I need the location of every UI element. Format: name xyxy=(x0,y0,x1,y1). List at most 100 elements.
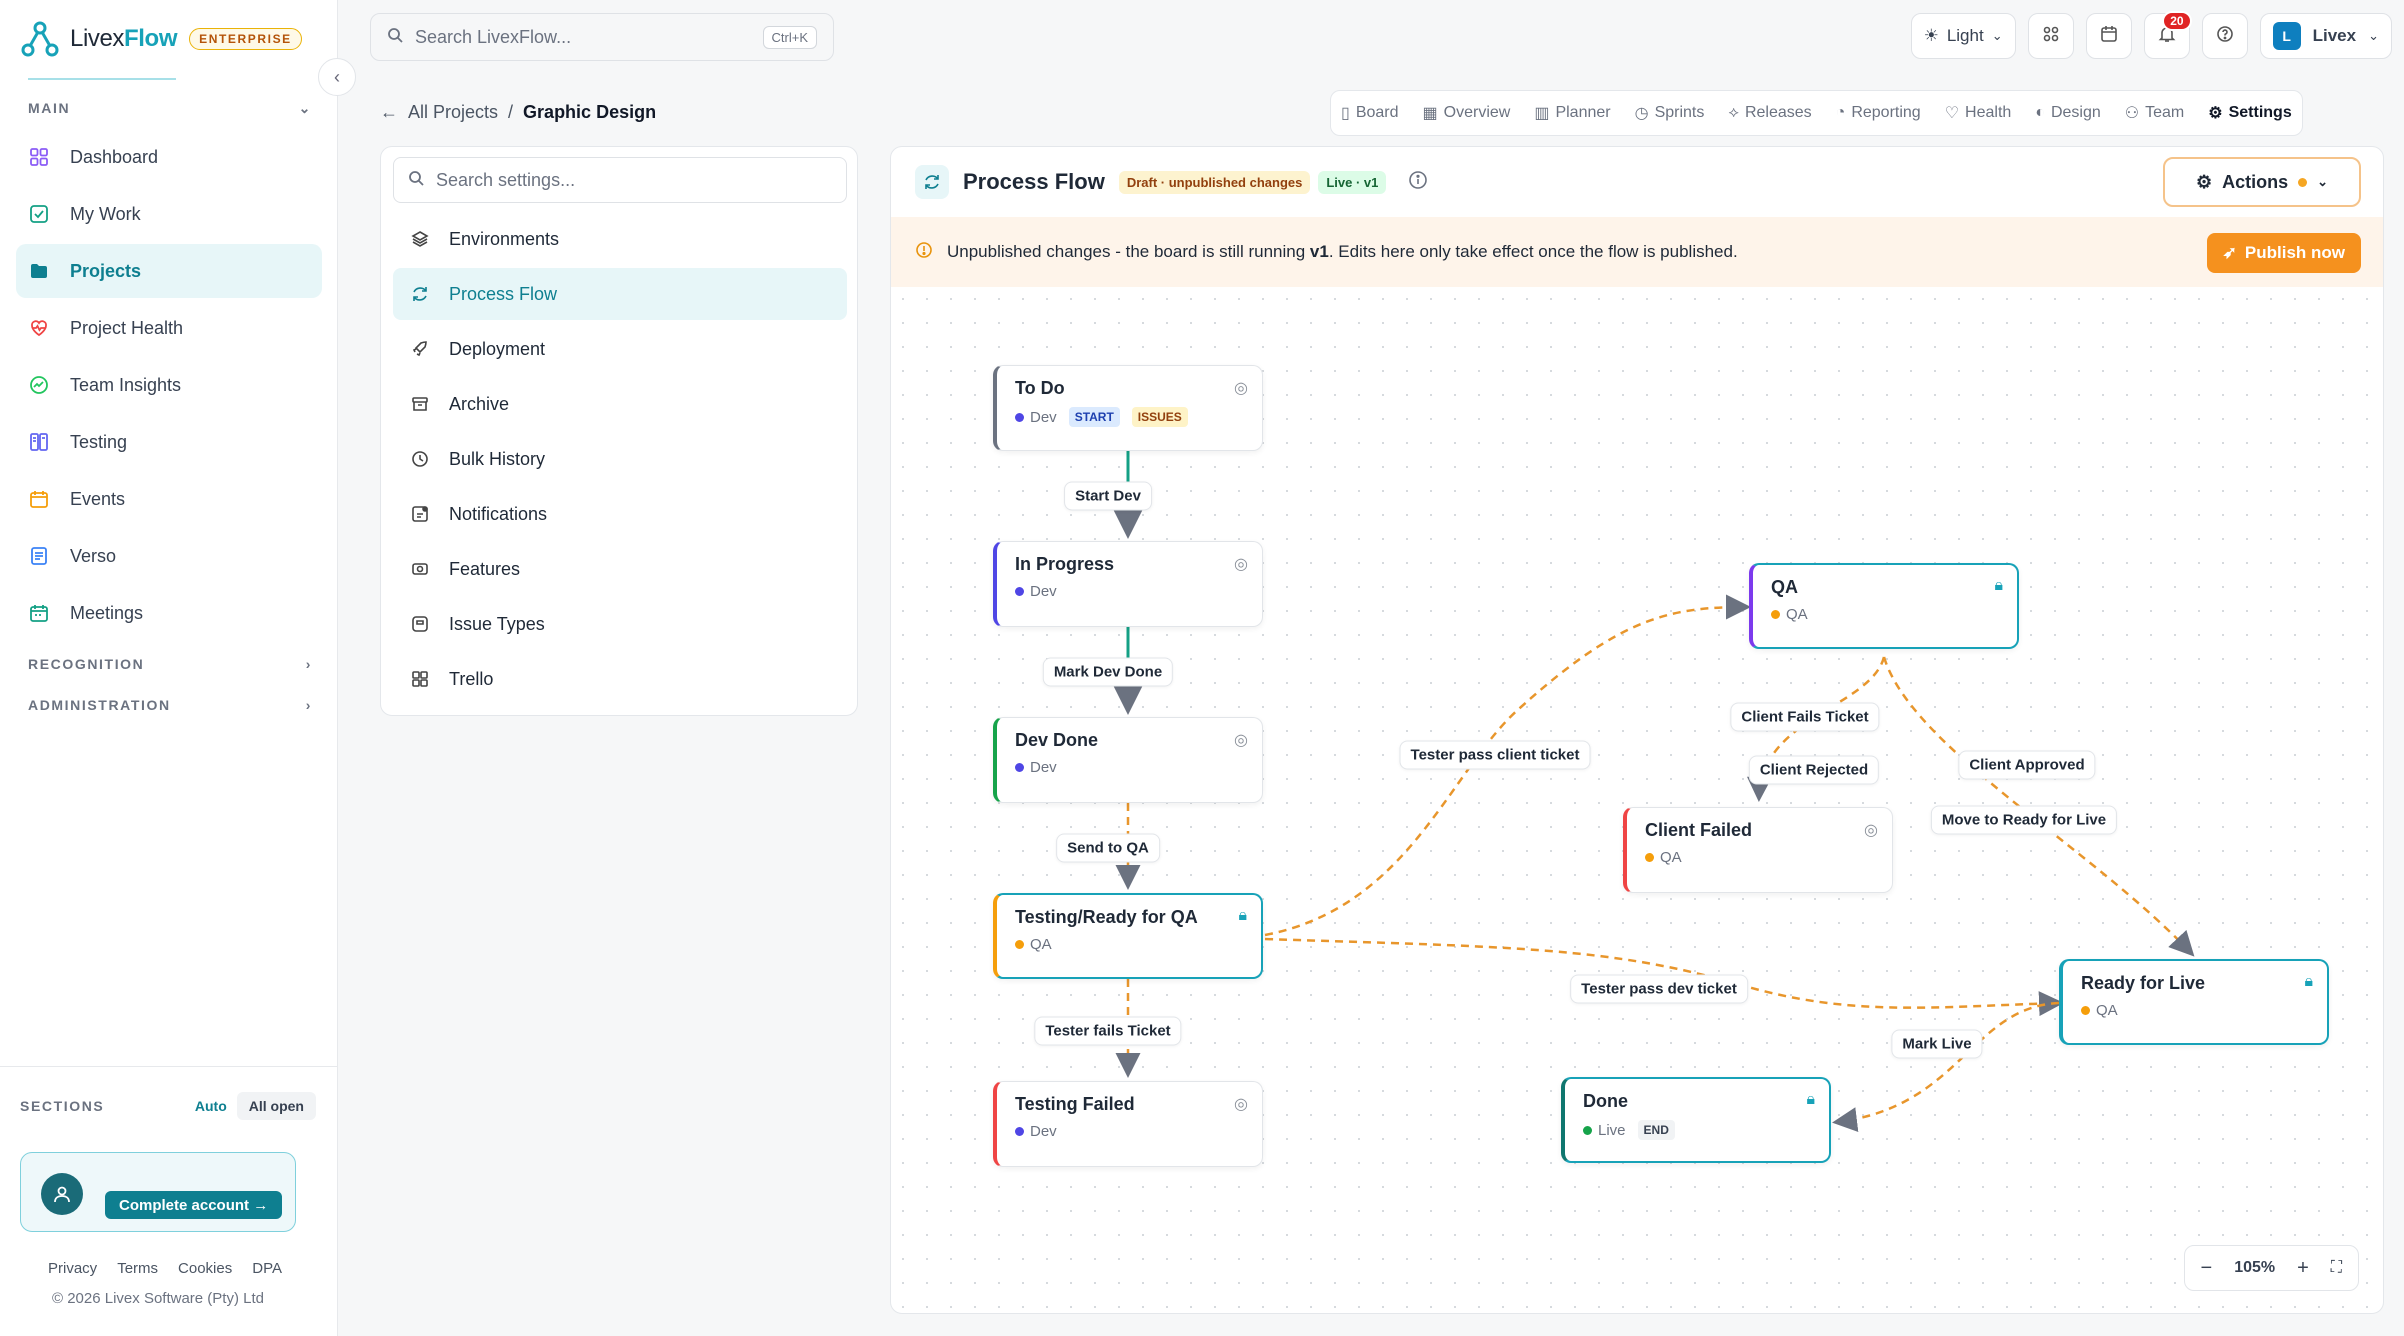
search-placeholder: Search LivexFlow... xyxy=(415,26,572,47)
apps-button[interactable] xyxy=(2027,13,2074,59)
settings-item-environments[interactable]: Environments xyxy=(393,213,847,265)
edge-label-client-rejected[interactable]: Client Rejected xyxy=(1748,755,1880,785)
sections-auto-button[interactable]: Auto xyxy=(185,1092,237,1120)
edge-label-client-approved[interactable]: Client Approved xyxy=(1958,750,2096,780)
administration-section-header[interactable]: ADMINISTRATION › xyxy=(28,697,312,713)
edge-label-mark-live[interactable]: Mark Live xyxy=(1891,1029,1983,1059)
terms-link[interactable]: Terms xyxy=(117,1260,158,1277)
complete-account-button[interactable]: Complete account → xyxy=(105,1191,283,1219)
dpa-link[interactable]: DPA xyxy=(252,1260,282,1277)
flow-node-dev-done[interactable]: Dev Done Dev ◎ xyxy=(993,717,1263,803)
settings-item-features[interactable]: Features xyxy=(393,543,847,595)
edge-label-tester-pass-client-ticket[interactable]: Tester pass client ticket xyxy=(1399,740,1591,770)
heart-icon: ♡ xyxy=(1944,105,1960,122)
brand-name: LivexFlow xyxy=(70,25,178,52)
sidebar-item-testing[interactable]: Testing xyxy=(16,415,322,469)
zoom-out-button[interactable]: − xyxy=(2201,1257,2213,1280)
flow-node-testing-ready-for-qa[interactable]: Testing/Ready for QA QA 🔒︎ xyxy=(993,893,1263,979)
sidebar-item-label: Events xyxy=(70,488,126,509)
flow-node-testing-failed[interactable]: Testing Failed Dev ◎ xyxy=(993,1081,1263,1167)
tab-planner[interactable]: ▥ Planner xyxy=(1534,103,1610,123)
tab-team[interactable]: ⚇ Team xyxy=(2125,103,2184,123)
cookies-link[interactable]: Cookies xyxy=(178,1260,232,1277)
tab-overview[interactable]: ▦ Overview xyxy=(1423,103,1511,123)
edge-label-client-fails-ticket[interactable]: Client Fails Ticket xyxy=(1730,702,1880,732)
sidebar-item-meetings[interactable]: Meetings xyxy=(16,586,322,640)
tab-design[interactable]: ◐ Design xyxy=(2035,104,2100,122)
layers-icon xyxy=(409,228,431,250)
sidebar-item-team-insights[interactable]: Team Insights xyxy=(16,358,322,412)
sidebar-item-project-health[interactable]: Project Health xyxy=(16,301,322,355)
recognition-section-header[interactable]: RECOGNITION › xyxy=(28,656,312,672)
edge-label-tester-fails-ticket[interactable]: Tester fails Ticket xyxy=(1034,1016,1182,1046)
actions-button[interactable]: ⚙ Actions ⌄ xyxy=(2163,157,2361,207)
flow-node-to-do[interactable]: To Do Dev START ISSUES ◎ xyxy=(993,365,1263,451)
calendar-button[interactable] xyxy=(2085,13,2132,59)
main-section-header[interactable]: MAIN ⌄ xyxy=(28,100,312,117)
sidebar-divider xyxy=(0,1066,338,1067)
notifications-button[interactable]: 20 xyxy=(2143,11,2192,59)
edge-label-mark-dev-done[interactable]: Mark Dev Done xyxy=(1042,657,1174,687)
settings-item-archive[interactable]: Archive xyxy=(393,378,847,430)
archive-icon xyxy=(409,393,431,415)
settings-item-notifications[interactable]: Notifications xyxy=(393,488,847,540)
edge-label-start-dev[interactable]: Start Dev xyxy=(1064,481,1152,511)
node-meta: Live END xyxy=(1583,1120,1811,1140)
node-title: Client Failed xyxy=(1645,820,1753,840)
logo-underline xyxy=(28,78,176,80)
settings-item-bulk-history[interactable]: Bulk History xyxy=(393,433,847,485)
help-button[interactable] xyxy=(2201,13,2248,59)
node-meta: QA xyxy=(1771,606,1999,623)
lock-icon: 🔒︎ xyxy=(2304,973,2313,990)
collapse-sidebar-button[interactable]: ‹ xyxy=(318,58,356,96)
sidebar-item-label: Projects xyxy=(70,260,142,281)
theme-toggle[interactable]: ☀ Light ⌄ xyxy=(1910,13,2016,59)
board-icon: ▯ xyxy=(1341,105,1350,122)
sidebar-item-projects[interactable]: Projects xyxy=(16,244,322,298)
node-title: Testing/Ready for QA xyxy=(1015,907,1198,927)
fullscreen-icon[interactable]: ⛶ xyxy=(2331,1259,2342,1277)
node-meta: Dev xyxy=(1015,1123,1244,1140)
flow-node-ready-for-live[interactable]: Ready for Live QA 🔒︎ xyxy=(2059,959,2329,1045)
sidebar-item-label: Team Insights xyxy=(70,374,182,395)
settings-item-trello[interactable]: Trello xyxy=(393,653,847,705)
tab-board[interactable]: ▯ Board xyxy=(1341,103,1399,123)
fingerprint-icon: ◎ xyxy=(1864,822,1878,839)
settings-search-input[interactable]: Search settings... xyxy=(393,157,847,203)
tab-settings[interactable]: ⚙ Settings xyxy=(2208,103,2291,123)
tab-releases[interactable]: ⟡ Releases xyxy=(1728,104,1811,122)
settings-item-deployment[interactable]: Deployment xyxy=(393,323,847,375)
user-menu-button[interactable]: L Livex ⌄ xyxy=(2259,13,2392,59)
edge-label-move-to-ready-for-live[interactable]: Move to Ready for Live xyxy=(1930,805,2118,835)
global-search-input[interactable]: Search LivexFlow... Ctrl+K xyxy=(370,13,834,61)
start-tag: START xyxy=(1068,407,1120,427)
tab-sprints[interactable]: ◷ Sprints xyxy=(1635,103,1705,123)
privacy-link[interactable]: Privacy xyxy=(48,1260,97,1277)
zoom-controls: − 105% + ⛶ xyxy=(2183,1245,2359,1291)
sidebar-item-events[interactable]: Events xyxy=(16,472,322,526)
tab-health[interactable]: ♡ Health xyxy=(1945,103,2012,123)
breadcrumb-all-projects[interactable]: All Projects xyxy=(408,102,498,123)
edge-label-tester-pass-dev-ticket[interactable]: Tester pass dev ticket xyxy=(1570,974,1748,1004)
tab-reporting[interactable]: ◔ Reporting xyxy=(1836,104,1921,122)
flow-node-in-progress[interactable]: In Progress Dev ◎ xyxy=(993,541,1263,627)
sidebar-item-verso[interactable]: Verso xyxy=(16,529,322,583)
settings-item-issue-types[interactable]: Issue Types xyxy=(393,598,847,650)
sections-all-open-button[interactable]: All open xyxy=(236,1092,316,1120)
settings-item-process-flow[interactable]: Process Flow xyxy=(393,268,847,320)
document-icon xyxy=(28,545,50,567)
publish-now-button[interactable]: ➶ Publish now xyxy=(2206,233,2361,273)
arrow-left-icon[interactable]: ← xyxy=(380,102,398,123)
flow-node-done[interactable]: Done Live END 🔒︎ xyxy=(1561,1077,1831,1163)
edge-label-send-to-qa[interactable]: Send to QA xyxy=(1056,833,1160,863)
zoom-in-button[interactable]: + xyxy=(2297,1257,2309,1280)
sidebar-item-label: Testing xyxy=(70,431,128,452)
brand-logo[interactable]: LivexFlow ENTERPRISE xyxy=(20,18,302,60)
bell-icon xyxy=(409,503,431,525)
info-icon[interactable] xyxy=(1408,170,1428,195)
flow-node-client-failed[interactable]: Client Failed QA ◎ xyxy=(1623,807,1893,893)
calendar-grid-icon xyxy=(28,602,50,624)
sidebar-item-my-work[interactable]: My Work xyxy=(16,187,322,241)
sidebar-item-dashboard[interactable]: Dashboard xyxy=(16,130,322,184)
flow-node-qa[interactable]: QA QA 🔒︎ xyxy=(1749,563,2019,649)
